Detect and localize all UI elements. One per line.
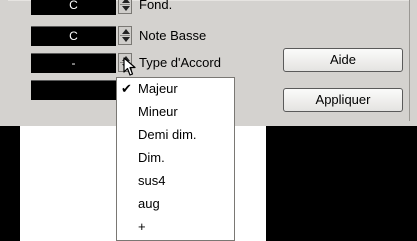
arrow-up-icon — [122, 29, 130, 34]
bass-note-spin-icon[interactable] — [118, 26, 132, 45]
menu-item-plus[interactable]: + — [117, 217, 234, 237]
menu-item-label: Demi dim. — [138, 127, 197, 142]
bass-note-field[interactable]: C — [31, 26, 116, 46]
menu-item-demi-dim[interactable]: Demi dim. — [117, 125, 234, 145]
menu-item-sus4[interactable]: sus4 — [117, 171, 234, 191]
menu-item-label: Majeur — [138, 81, 178, 96]
arrow-up-icon — [122, 0, 130, 3]
menu-item-aug[interactable]: aug — [117, 194, 234, 214]
root-note-label: Fond. — [139, 0, 173, 12]
chord-editor-window: C Fond. C Note Basse - Type d'Accord Aid… — [0, 0, 417, 241]
menu-item-label: sus4 — [138, 173, 166, 188]
menu-item-mineur[interactable]: Mineur — [117, 102, 234, 122]
chord-type-label: Type d'Accord — [139, 55, 221, 70]
mouse-pointer-icon — [123, 57, 136, 76]
chord-type-field[interactable]: - — [31, 53, 116, 73]
menu-item-label: aug — [138, 196, 160, 211]
menu-item-label: Mineur — [138, 104, 178, 119]
chord-type-dropdown-menu: ✔ Majeur Mineur Demi dim. Dim. sus4 aug … — [116, 77, 235, 241]
menu-item-label: Dim. — [138, 150, 165, 165]
arrow-down-icon — [122, 6, 130, 11]
menu-item-dim[interactable]: Dim. — [117, 148, 234, 168]
root-note-field[interactable]: C — [31, 0, 116, 15]
menu-item-majeur[interactable]: ✔ Majeur — [117, 79, 234, 99]
bass-note-label: Note Basse — [139, 28, 207, 43]
apply-button[interactable]: Appliquer — [283, 88, 403, 112]
arrow-down-icon — [122, 37, 130, 42]
tension-field[interactable] — [31, 80, 116, 100]
root-note-spin-icon[interactable] — [118, 0, 132, 14]
help-button[interactable]: Aide — [283, 48, 403, 72]
checkmark-icon: ✔ — [121, 81, 132, 96]
menu-item-label: + — [138, 219, 146, 234]
